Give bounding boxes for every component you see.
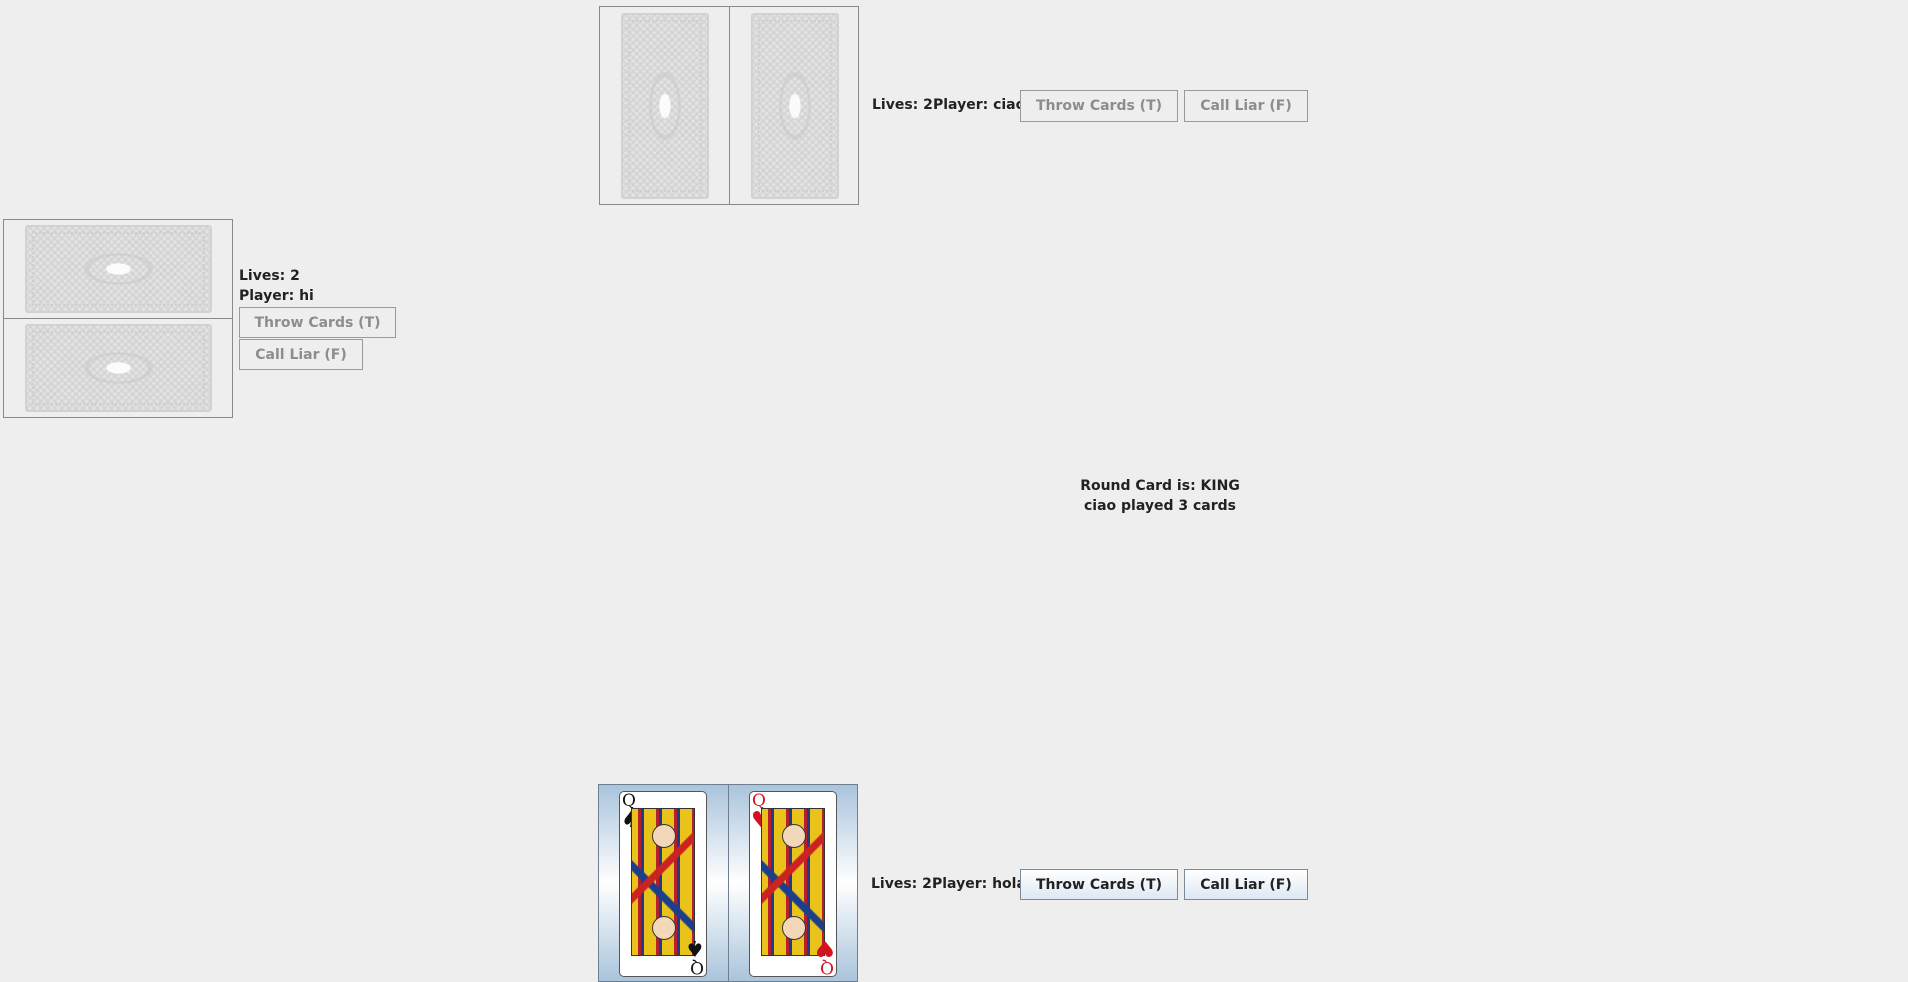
left-card-slot-2 [3, 318, 233, 418]
bottom-throw-cards-button[interactable]: Throw Cards (T) [1020, 869, 1178, 900]
round-card-label: Round Card is: KING [1080, 478, 1240, 494]
left-lives-label: Lives: 2 [239, 268, 300, 284]
card-back [25, 324, 212, 412]
top-lives-label: Lives: 2 [872, 97, 933, 113]
hand-card-slot-1[interactable]: Q ♠ ♠ Q [598, 784, 729, 982]
bottom-call-liar-button[interactable]: Call Liar (F) [1184, 869, 1308, 900]
top-card-slot-2 [729, 6, 859, 205]
left-card-slot-1 [3, 219, 233, 319]
card-back [751, 13, 839, 199]
top-card-slot-1 [599, 6, 730, 205]
card-rank: Q [820, 957, 834, 977]
left-call-liar-button[interactable]: Call Liar (F) [239, 339, 363, 370]
top-throw-cards-button[interactable]: Throw Cards (T) [1020, 90, 1178, 122]
hand-card-slot-2[interactable]: Q ♥ ♥ Q [728, 784, 858, 982]
heart-icon: ♥ [815, 935, 835, 960]
hand-card-2[interactable]: Q ♥ ♥ Q [749, 791, 837, 977]
bottom-lives-label: Lives: 2 [871, 876, 932, 892]
queen-artwork [631, 808, 695, 956]
top-player-label: Player: ciao [933, 97, 1026, 113]
card-back [25, 225, 212, 313]
card-back [621, 13, 709, 199]
queen-artwork [761, 808, 825, 956]
center-status: Round Card is: KING ciao played 3 cards [1040, 476, 1280, 516]
last-play-label: ciao played 3 cards [1083, 498, 1236, 514]
hand-card-1[interactable]: Q ♠ ♠ Q [619, 791, 707, 977]
left-throw-cards-button[interactable]: Throw Cards (T) [239, 307, 396, 338]
card-rank: Q [690, 957, 704, 977]
left-player-label: Player: hi [239, 288, 314, 304]
top-call-liar-button[interactable]: Call Liar (F) [1184, 90, 1308, 122]
bottom-player-label: Player: hola [932, 876, 1026, 892]
spade-icon: ♠ [685, 935, 705, 960]
